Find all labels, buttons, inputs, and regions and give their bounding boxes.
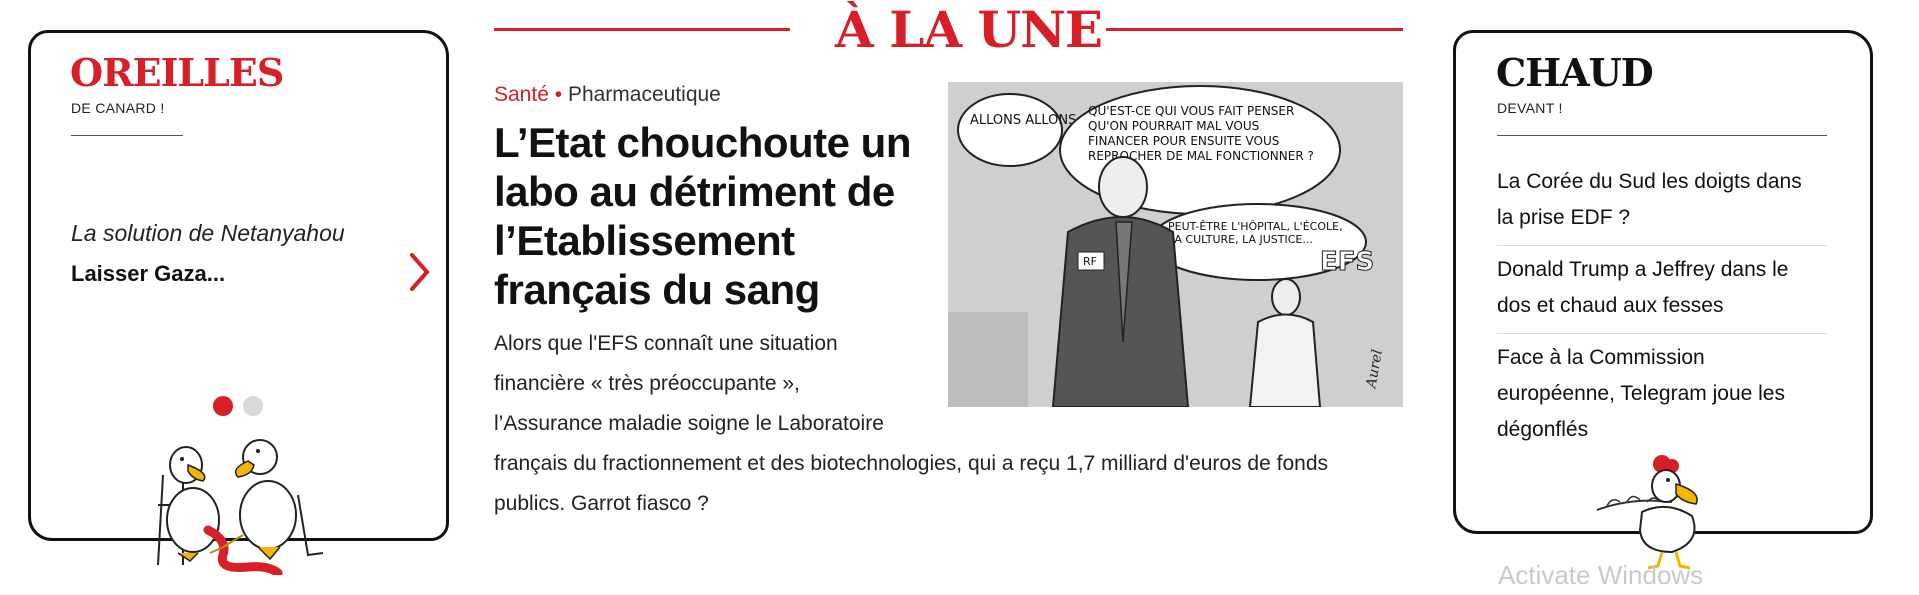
section-rule-left [494,28,790,31]
chaud-title: CHAUD [1496,50,1654,95]
section-title: À LA UNE [835,0,1103,59]
svg-text:ALLONS ALLONS: ALLONS ALLONS [970,113,1076,128]
rooster-with-branch-illustration [1596,455,1698,570]
article-headline[interactable]: L’Etat chouchoute un labo au détriment d… [494,118,914,314]
oreilles-title: OREILLES [70,50,284,95]
oreilles-subtitle: DE CANARD ! [71,100,165,116]
carousel-dot-2[interactable] [243,396,263,416]
hot-item-1[interactable]: La Corée du Sud les doigts dans la prise… [1497,164,1807,236]
svg-text:RF: RF [1083,255,1097,268]
kicker-subcategory[interactable]: Pharmaceutique [568,83,721,106]
two-ducks-knitting-illustration [157,439,323,575]
chevron-right-icon [410,253,430,291]
chaud-rule [1497,135,1827,136]
hot-item-3[interactable]: Face à la Commission européenne, Telegra… [1497,340,1807,448]
next-slide-button[interactable] [409,252,431,301]
hot-item-2[interactable]: Donald Trump a Jeffrey dans le dos et ch… [1497,252,1807,324]
activate-windows-watermark: Activate Windows [1498,560,1704,590]
svg-text:EFS: EFS [1320,247,1374,277]
hot-separator-1 [1497,245,1827,246]
carousel-dot-1[interactable] [213,396,233,416]
quote-intro[interactable]: La solution de Netanyahou [71,220,345,247]
article-kicker: Santé • Pharmaceutique [494,83,721,107]
section-rule-right [1106,28,1403,31]
kicker-separator: • [554,83,563,106]
chaud-subtitle: DEVANT ! [1497,100,1563,116]
oreilles-rule [71,135,183,136]
quote-text[interactable]: Laisser Gaza... [71,261,225,287]
hot-separator-2 [1497,333,1827,334]
kicker-category[interactable]: Santé [494,83,549,106]
article-cartoon[interactable]: ALLONS ALLONS QU'EST-CE QUI VOUS FAIT PE… [948,82,1403,407]
speech-bubble-1 [957,93,1063,167]
